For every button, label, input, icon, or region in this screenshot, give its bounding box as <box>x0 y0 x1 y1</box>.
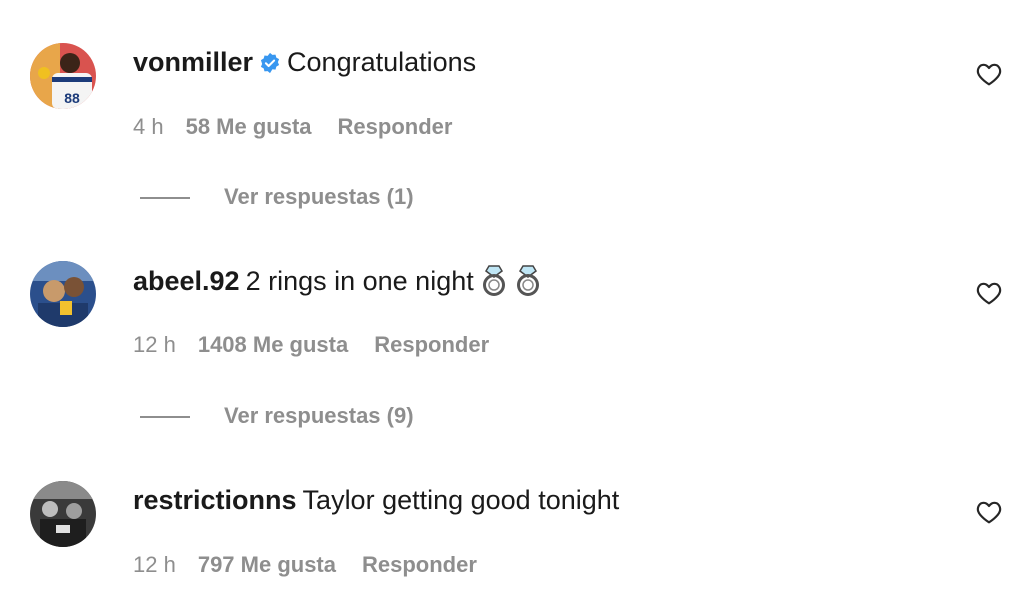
comment-meta: 12 h 797 Me gusta Responder <box>133 550 477 580</box>
reply-button[interactable]: Responder <box>374 332 489 357</box>
comment-meta: 12 h 1408 Me gusta Responder <box>133 330 489 360</box>
avatar[interactable] <box>30 481 96 547</box>
heart-outline-icon[interactable] <box>976 62 1002 86</box>
comment-meta: 4 h 58 Me gusta Responder <box>133 112 452 142</box>
heart-outline-icon[interactable] <box>976 281 1002 305</box>
comment-likes[interactable]: 58 Me gusta <box>186 114 312 139</box>
ring-emoji-icon <box>514 264 542 304</box>
comment-time[interactable]: 12 h <box>133 552 176 577</box>
heart-outline-icon[interactable] <box>976 500 1002 524</box>
comment-username[interactable]: abeel.92 <box>133 266 240 296</box>
svg-text:88: 88 <box>64 90 80 106</box>
view-replies-button[interactable]: Ver respuestas (9) <box>140 401 414 431</box>
view-replies-label: Ver respuestas (9) <box>224 403 414 428</box>
avatar[interactable] <box>30 261 96 327</box>
comment-username[interactable]: vonmiller <box>133 47 253 77</box>
avatar-image <box>30 261 96 327</box>
comment-line: vonmiller Congratulations <box>133 45 476 82</box>
verified-badge-icon <box>259 48 281 82</box>
replies-divider <box>140 416 190 419</box>
reply-button[interactable]: Responder <box>362 552 477 577</box>
replies-divider <box>140 197 190 200</box>
comment-text: 2 rings in one night <box>245 266 474 296</box>
comment-likes[interactable]: 797 Me gusta <box>198 552 336 577</box>
comment-likes[interactable]: 1408 Me gusta <box>198 332 348 357</box>
view-replies-label: Ver respuestas (1) <box>224 184 414 209</box>
reply-button[interactable]: Responder <box>338 114 453 139</box>
comment-text: Taylor getting good tonight <box>302 485 620 515</box>
comment-line: abeel.92 2 rings in one night <box>133 264 542 304</box>
comments-thread: 88 vonmiller Congratulations 4 h 58 Me gus… <box>0 0 1024 597</box>
comment-line: restrictionns Taylor getting good tonight <box>133 483 619 517</box>
comment-text: Congratulations <box>287 47 477 77</box>
avatar[interactable]: 88 <box>30 43 96 109</box>
avatar-image: 88 <box>30 43 96 109</box>
comment-time[interactable]: 4 h <box>133 114 164 139</box>
ring-emoji-icon <box>480 264 508 304</box>
comment-username[interactable]: restrictionns <box>133 485 297 515</box>
view-replies-button[interactable]: Ver respuestas (1) <box>140 182 414 212</box>
comment-time[interactable]: 12 h <box>133 332 176 357</box>
avatar-image <box>30 481 96 547</box>
